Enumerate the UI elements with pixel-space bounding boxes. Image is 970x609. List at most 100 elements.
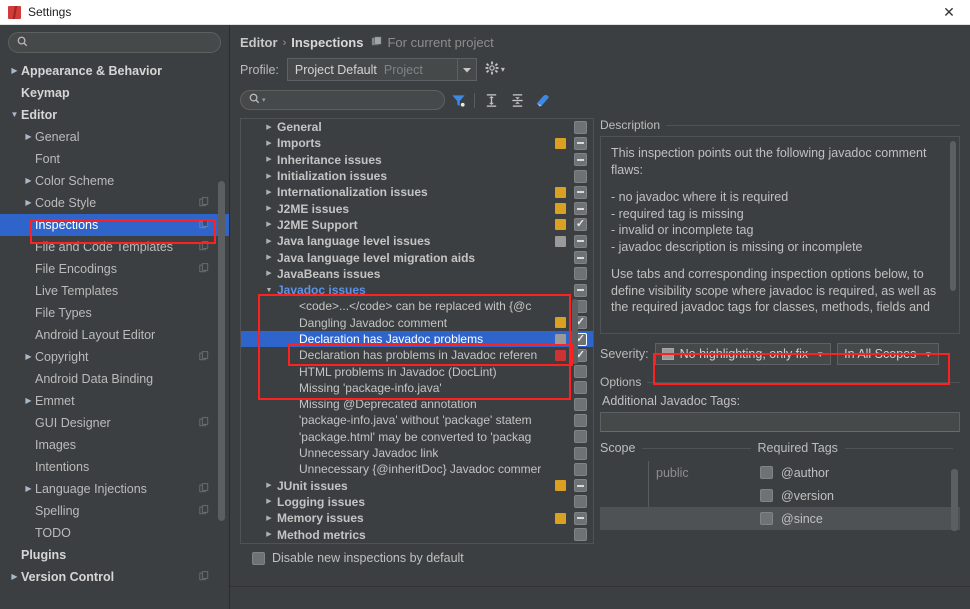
copy-settings-icon[interactable]	[199, 196, 209, 210]
inspection-search-input[interactable]	[270, 93, 436, 107]
sidebar-search-input[interactable]	[33, 35, 212, 50]
sidebar-item-version-control[interactable]: ▶ Version Control	[0, 566, 229, 588]
chevron-right-icon[interactable]: ▶	[22, 485, 35, 493]
chevron-right-icon[interactable]: ▶	[263, 531, 275, 538]
inspection-tree[interactable]: ▶ General ▶ Imports ▶ Inheritance issues ▶ Init…	[241, 119, 593, 543]
required-tag-checkbox[interactable]	[760, 512, 773, 525]
sidebar-item-live-templates[interactable]: Live Templates	[0, 280, 229, 302]
inspection-checkbox[interactable]	[574, 381, 587, 395]
sidebar-item-android-layout-editor[interactable]: Android Layout Editor	[0, 324, 229, 346]
inspection-checkbox[interactable]	[574, 234, 587, 248]
chevron-right-icon[interactable]: ▶	[263, 221, 275, 228]
inspection-checkbox[interactable]	[574, 397, 587, 411]
chevron-right-icon[interactable]: ▶	[263, 140, 275, 147]
inspection-row[interactable]: ▶ Internationalization issues	[241, 184, 593, 200]
table-row[interactable]: @version	[600, 484, 960, 507]
inspection-search-box[interactable]: ▾	[240, 90, 445, 110]
inspection-row[interactable]: ▶ Method metrics	[241, 526, 593, 542]
sidebar-item-todo[interactable]: TODO	[0, 522, 229, 544]
filter-funnel-icon[interactable]	[445, 89, 471, 111]
sidebar-item-emmet[interactable]: ▶ Emmet	[0, 390, 229, 412]
sidebar-item-inspections[interactable]: Inspections	[0, 214, 229, 236]
chevron-down-icon[interactable]	[456, 59, 476, 80]
inspection-row[interactable]: Missing 'package-info.java'	[241, 380, 593, 396]
disable-new-inspections-row[interactable]: Disable new inspections by default	[240, 544, 594, 568]
table-row[interactable]: @since	[600, 507, 960, 530]
sidebar-item-file-and-code-templates[interactable]: File and Code Templates	[0, 236, 229, 258]
inspection-checkbox[interactable]	[574, 267, 587, 281]
copy-settings-icon[interactable]	[199, 416, 209, 430]
expand-all-icon[interactable]	[478, 89, 504, 111]
inspection-row[interactable]: ▶ J2ME Support ✓	[241, 217, 593, 233]
chevron-right-icon[interactable]: ▶	[22, 397, 35, 405]
sidebar-item-file-encodings[interactable]: File Encodings	[0, 258, 229, 280]
sidebar-scrollbar-thumb[interactable]	[218, 181, 225, 521]
required-tag-cell[interactable]: @since	[760, 512, 823, 526]
inspection-checkbox[interactable]	[574, 495, 587, 509]
chevron-down-icon[interactable]: ▾	[262, 96, 266, 104]
chevron-right-icon[interactable]: ▶	[263, 482, 275, 489]
inspection-row[interactable]: ▶ JavaBeans issues	[241, 266, 593, 282]
table-row[interactable]: public @author	[600, 461, 960, 484]
sidebar-scrollbar-track[interactable]	[218, 59, 227, 605]
chevron-down-icon[interactable]: ▼	[263, 287, 275, 294]
inspection-checkbox[interactable]	[574, 251, 587, 265]
inspection-checkbox[interactable]	[574, 365, 587, 379]
inspection-checkbox[interactable]	[574, 136, 587, 150]
sidebar-item-spelling[interactable]: Spelling	[0, 500, 229, 522]
inspection-row[interactable]: Dangling Javadoc comment ✓	[241, 315, 593, 331]
chevron-right-icon[interactable]: ▶	[263, 189, 275, 196]
chevron-right-icon[interactable]: ▶	[263, 205, 275, 212]
sidebar-item-plugins[interactable]: Plugins	[0, 544, 229, 566]
chevron-right-icon[interactable]: ▶	[22, 353, 35, 361]
copy-settings-icon[interactable]	[199, 570, 209, 584]
disable-new-inspections-checkbox[interactable]	[252, 551, 265, 565]
collapse-all-icon[interactable]	[504, 89, 530, 111]
inspection-row[interactable]: <code>...</code> can be replaced with {@…	[241, 298, 593, 314]
sidebar-tree[interactable]: ▶ Appearance & Behavior Keymap ▼ Editor ▶ Gene…	[0, 58, 229, 609]
table-body[interactable]: public @author @version @since	[600, 461, 960, 530]
chevron-right-icon[interactable]: ▶	[263, 515, 275, 522]
severity-select[interactable]: No highlighting, only fix ▼	[654, 343, 832, 365]
chevron-right-icon[interactable]: ▶	[8, 573, 21, 581]
inspection-checkbox[interactable]: ✓	[574, 218, 587, 232]
inspection-row[interactable]: ▶ Inheritance issues	[241, 152, 593, 168]
inspection-row[interactable]: ▶ Imports	[241, 135, 593, 151]
inspection-checkbox[interactable]	[574, 528, 587, 542]
inspection-row[interactable]: Declaration has problems in Javadoc refe…	[241, 347, 593, 363]
chevron-right-icon[interactable]: ▶	[263, 498, 275, 505]
copy-settings-icon[interactable]	[199, 504, 209, 518]
close-icon[interactable]: ✕	[936, 1, 962, 23]
required-tag-cell[interactable]: @author	[760, 466, 829, 480]
inspection-checkbox[interactable]	[574, 430, 587, 444]
sidebar-item-copyright[interactable]: ▶ Copyright	[0, 346, 229, 368]
sidebar-item-font[interactable]: Font	[0, 148, 229, 170]
inspection-checkbox[interactable]	[574, 120, 587, 134]
chevron-right-icon[interactable]: ▶	[22, 177, 35, 185]
inspection-row[interactable]: 'package-info.java' without 'package' st…	[241, 412, 593, 428]
copy-settings-icon[interactable]	[199, 482, 209, 496]
copy-settings-icon[interactable]	[199, 262, 209, 276]
inspection-checkbox[interactable]	[574, 185, 587, 199]
sidebar-item-language-injections[interactable]: ▶ Language Injections	[0, 478, 229, 500]
inspection-row[interactable]: ▶ Java language level migration aids	[241, 249, 593, 265]
breadcrumb-parent[interactable]: Editor	[240, 35, 278, 50]
chevron-right-icon[interactable]: ▶	[263, 124, 275, 131]
copy-settings-icon[interactable]	[199, 218, 209, 232]
additional-tags-input[interactable]	[600, 412, 960, 432]
required-tag-checkbox[interactable]	[760, 489, 773, 502]
inspection-tree-scrollbar[interactable]	[572, 299, 578, 364]
profile-select[interactable]: Project Default Project	[286, 58, 477, 81]
inspection-row[interactable]: ▶ JUnit issues	[241, 478, 593, 494]
inspection-row[interactable]: ▶ Java language level issues	[241, 233, 593, 249]
inspection-checkbox[interactable]	[574, 169, 587, 183]
inspection-row[interactable]: ▶ Logging issues	[241, 494, 593, 510]
inspection-checkbox[interactable]	[574, 462, 587, 476]
sidebar-item-file-types[interactable]: File Types	[0, 302, 229, 324]
chevron-right-icon[interactable]: ▶	[8, 67, 21, 75]
chevron-right-icon[interactable]: ▶	[22, 133, 35, 141]
sidebar-item-intentions[interactable]: Intentions	[0, 456, 229, 478]
inspection-row[interactable]: ▶ J2ME issues	[241, 200, 593, 216]
chevron-right-icon[interactable]: ▶	[263, 254, 275, 261]
reset-brush-icon[interactable]	[530, 89, 556, 111]
